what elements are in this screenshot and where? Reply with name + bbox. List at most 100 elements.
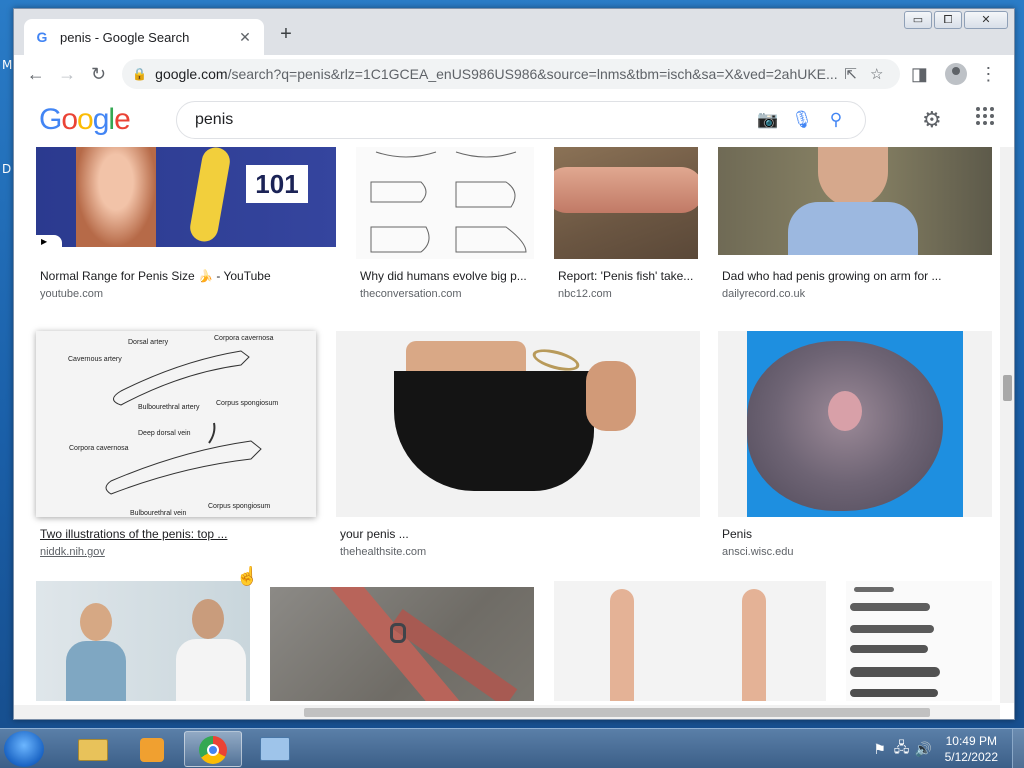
- url-text[interactable]: google.com/search?q=penis&rlz=1C1GCEA_en…: [155, 66, 838, 82]
- result-caption[interactable]: your penis ...: [340, 527, 696, 541]
- result-source[interactable]: youtube.com: [40, 288, 103, 300]
- result-thumbnail[interactable]: [554, 147, 698, 259]
- desktop-icon-label: M: [2, 58, 13, 72]
- result-caption[interactable]: Dad who had penis growing on arm for ...: [722, 269, 990, 283]
- diagram-sketch: [370, 151, 527, 253]
- address-bar[interactable]: 🔒 google.com/search?q=penis&rlz=1C1GCEA_…: [122, 59, 900, 89]
- image-result-card[interactable]: [270, 587, 534, 705]
- result-thumbnail[interactable]: [718, 331, 992, 517]
- profile-avatar-icon[interactable]: [945, 63, 967, 85]
- minimize-button[interactable]: ▭: [904, 11, 932, 29]
- image-result-card[interactable]: [36, 581, 250, 705]
- lock-icon: 🔒: [132, 67, 148, 81]
- result-thumbnail[interactable]: 101 ▶: [36, 147, 336, 247]
- forward-icon[interactable]: →: [53, 60, 80, 88]
- file-explorer-taskbar-icon[interactable]: [64, 731, 122, 767]
- result-caption[interactable]: Report: 'Penis fish' take...: [558, 269, 698, 283]
- svg-text:Bulbourethral artery: Bulbourethral artery: [138, 404, 200, 411]
- svg-text:Bulbourethral vein: Bulbourethral vein: [130, 510, 187, 517]
- image-result-card[interactable]: your penis ... thehealthsite.com: [336, 331, 700, 559]
- control-panel-taskbar-icon[interactable]: [246, 731, 304, 767]
- settings-gear-icon[interactable]: ⚙: [922, 107, 942, 133]
- image-result-card[interactable]: [846, 581, 992, 705]
- action-center-flag-icon[interactable]: ⚑: [869, 741, 891, 758]
- show-desktop-button[interactable]: [1012, 729, 1024, 768]
- bookmark-star-icon[interactable]: ☆: [864, 65, 890, 83]
- result-source[interactable]: ansci.wisc.edu: [722, 546, 794, 558]
- result-thumbnail[interactable]: [554, 581, 826, 701]
- chrome-taskbar-icon[interactable]: [184, 731, 242, 767]
- result-caption[interactable]: Why did humans evolve big p...: [360, 269, 532, 283]
- result-caption[interactable]: Normal Range for Penis Size 🍌 - YouTube: [40, 269, 330, 283]
- result-source[interactable]: theconversation.com: [360, 288, 462, 300]
- image-result-card[interactable]: Dorsal artery Corpora cavernosa Cavernou…: [36, 331, 316, 559]
- anatomy-diagram: Dorsal artery Corpora cavernosa Cavernou…: [68, 335, 278, 517]
- desktop-icon-label: D: [2, 162, 12, 176]
- tab-strip: G penis - Google Search ✕ + ▭ ⧠ ✕: [14, 9, 1014, 55]
- system-tray: ⚑ 🖧 🔊 10:49 PM 5/12/2022: [869, 729, 1024, 768]
- camera-icon[interactable]: 📷: [751, 110, 785, 130]
- result-caption[interactable]: Two illustrations of the penis: top ...: [40, 527, 312, 541]
- clock[interactable]: 10:49 PM 5/12/2022: [945, 733, 998, 765]
- search-icon[interactable]: ⚲: [819, 110, 853, 130]
- browser-toolbar: ← → ↻ 🔒 google.com/search?q=penis&rlz=1C…: [14, 55, 1014, 93]
- result-source[interactable]: dailyrecord.co.uk: [722, 288, 805, 300]
- play-icon: ▶: [36, 235, 62, 247]
- scrollbar-thumb[interactable]: [1003, 375, 1012, 401]
- apps-grid-icon[interactable]: [976, 107, 994, 125]
- svg-text:Corpora cavernosa: Corpora cavernosa: [214, 335, 274, 342]
- search-box[interactable]: penis 📷 🎙 ⚲: [176, 101, 866, 139]
- svg-text:Corpus spongiosum: Corpus spongiosum: [208, 503, 270, 510]
- image-result-card[interactable]: Report: 'Penis fish' take... nbc12.com: [554, 147, 700, 307]
- vertical-scrollbar[interactable]: [1000, 147, 1014, 703]
- window-controls: ▭ ⧠ ✕: [902, 11, 1008, 29]
- result-thumbnail[interactable]: [270, 587, 534, 701]
- result-thumbnail[interactable]: [356, 147, 534, 259]
- image-result-card[interactable]: Penis ansci.wisc.edu: [718, 331, 992, 559]
- image-results-grid: 101 ▶ Normal Range for Penis Size 🍌 - Yo…: [14, 93, 1014, 719]
- image-result-card[interactable]: Why did humans evolve big p... theconver…: [356, 147, 536, 307]
- result-thumbnail[interactable]: [36, 581, 250, 701]
- maximize-button[interactable]: ⧠: [934, 11, 962, 29]
- menu-kebab-icon[interactable]: ⋮: [975, 60, 1002, 88]
- svg-text:Corpus spongiosum: Corpus spongiosum: [216, 400, 278, 407]
- taskbar: ⚑ 🖧 🔊 10:49 PM 5/12/2022: [0, 728, 1024, 768]
- image-result-card[interactable]: Dad who had penis growing on arm for ...…: [718, 147, 992, 307]
- share-icon[interactable]: ⇱: [838, 65, 864, 83]
- scrollbar-thumb[interactable]: [304, 708, 930, 717]
- google-logo[interactable]: Google: [39, 103, 131, 137]
- result-thumbnail[interactable]: Dorsal artery Corpora cavernosa Cavernou…: [36, 331, 316, 517]
- network-icon[interactable]: 🖧: [891, 737, 913, 761]
- svg-text:Dorsal artery: Dorsal artery: [128, 339, 169, 346]
- image-result-card[interactable]: [554, 581, 826, 705]
- result-thumbnail[interactable]: [718, 147, 992, 255]
- result-thumbnail[interactable]: [336, 331, 700, 517]
- result-thumbnail[interactable]: [846, 581, 992, 701]
- result-source[interactable]: thehealthsite.com: [340, 546, 426, 558]
- result-source[interactable]: niddk.nih.gov: [40, 546, 105, 558]
- back-icon[interactable]: ←: [22, 60, 49, 88]
- google-favicon-icon: G: [36, 29, 48, 45]
- tab-title: penis - Google Search: [60, 29, 190, 45]
- google-header: Google penis 📷 🎙 ⚲ ⚙: [14, 93, 1014, 147]
- result-source[interactable]: nbc12.com: [558, 288, 612, 300]
- svg-text:Corpora cavernosa: Corpora cavernosa: [69, 445, 129, 452]
- horizontal-scrollbar[interactable]: [14, 705, 1000, 719]
- result-caption[interactable]: Penis: [722, 527, 990, 541]
- reload-icon[interactable]: ↻: [85, 60, 112, 88]
- clock-date: 5/12/2022: [944, 750, 998, 764]
- image-result-card[interactable]: 101 ▶ Normal Range for Penis Size 🍌 - Yo…: [36, 147, 336, 307]
- hand-cursor-icon: ☝: [236, 566, 259, 586]
- volume-icon[interactable]: 🔊: [913, 741, 935, 758]
- svg-text:Cavernous artery: Cavernous artery: [68, 356, 122, 363]
- side-panel-icon[interactable]: ◨: [906, 60, 933, 88]
- microphone-icon[interactable]: 🎙: [785, 110, 819, 130]
- close-window-button[interactable]: ✕: [964, 11, 1008, 29]
- media-player-taskbar-icon[interactable]: [124, 731, 182, 767]
- search-input[interactable]: penis: [195, 111, 751, 129]
- tab-google-search[interactable]: G penis - Google Search ✕: [24, 19, 264, 55]
- new-tab-button[interactable]: +: [274, 23, 298, 47]
- start-button[interactable]: [4, 731, 44, 767]
- tab-close-icon[interactable]: ✕: [236, 29, 254, 46]
- yt-badge: 101: [246, 165, 308, 203]
